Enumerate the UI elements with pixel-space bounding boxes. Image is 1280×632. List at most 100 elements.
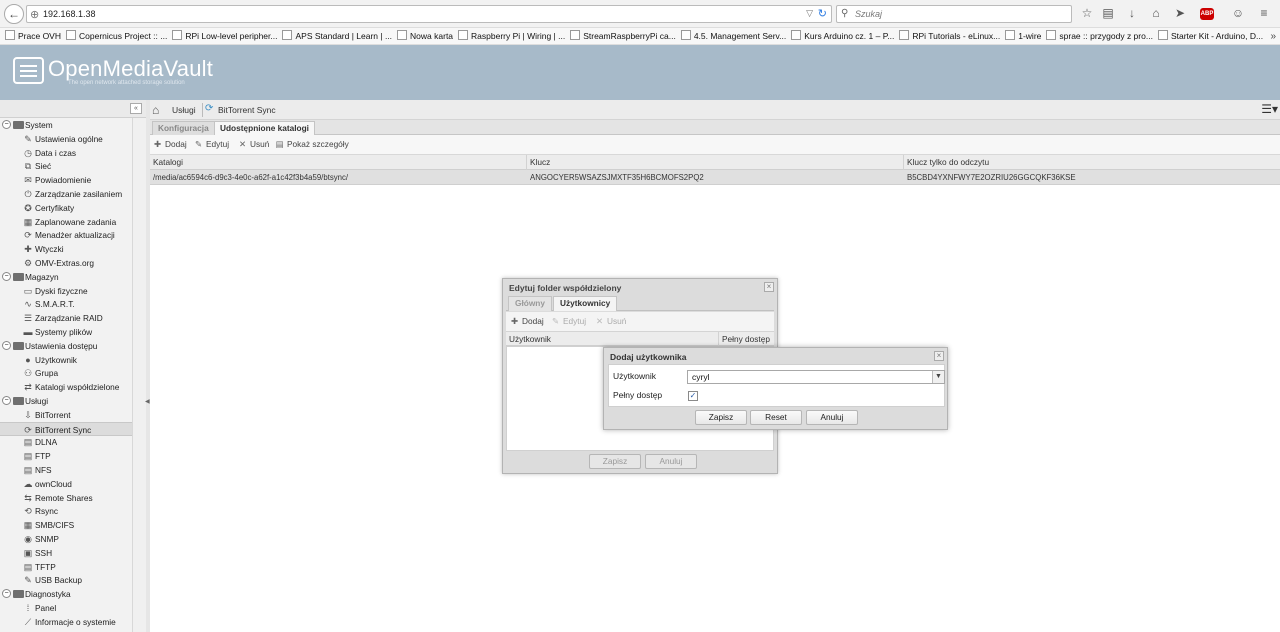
reset-button[interactable]: Reset — [750, 410, 802, 425]
sidebar-group[interactable]: − Usługi — [0, 394, 132, 408]
sidebar-item[interactable]: ⏻ Zarządzanie zasilaniem — [0, 187, 132, 201]
reload-icon[interactable]: ↻ — [818, 7, 827, 20]
sidebar-item[interactable]: ✚ Wtyczki — [0, 242, 132, 256]
collapse-toggle-icon[interactable]: − — [2, 120, 11, 129]
sidebar-item[interactable]: ☰ Zarządzanie RAID — [0, 311, 132, 325]
sidebar-item[interactable]: ⚙ OMV-Extras.org — [0, 256, 132, 270]
sidebar-item[interactable]: ∿ S.M.A.R.T. — [0, 297, 132, 311]
bookmarks-overflow-icon[interactable]: » — [1270, 28, 1276, 45]
sidebar-group[interactable]: − Magazyn — [0, 270, 132, 284]
close-icon[interactable]: × — [934, 351, 944, 361]
bookmark-item[interactable]: Raspberry Pi | Wiring | ... — [458, 28, 565, 44]
bookmark-item[interactable]: sprae :: przygody z pro... — [1046, 28, 1153, 44]
search-placeholder[interactable]: Szukaj — [855, 9, 882, 19]
home-icon[interactable]: ⌂ — [152, 103, 159, 117]
address-text[interactable]: 192.168.1.38 — [43, 9, 96, 19]
details-button[interactable]: ▤ Pokaż szczegóły — [274, 138, 349, 151]
sidebar-item[interactable]: ▣ SSH — [0, 546, 132, 560]
tab-shared-folders[interactable]: Udostępnione katalogi — [214, 121, 315, 136]
bookmark-item[interactable]: 1-wire — [1005, 28, 1041, 44]
collapse-toggle-icon[interactable]: − — [2, 340, 11, 350]
sidebar-item[interactable]: ⇆ Remote Shares — [0, 491, 132, 505]
sidebar-item[interactable]: ▤ NFS — [0, 463, 132, 477]
reading-list-icon[interactable]: ▤ — [1100, 6, 1116, 20]
address-bar[interactable]: ⊕ 192.168.1.38 ▽ ↻ — [26, 5, 832, 23]
save-button[interactable]: Zapisz — [589, 454, 641, 469]
bookmark-item[interactable]: 4.5. Management Serv... — [680, 28, 786, 44]
hamburger-menu-icon[interactable]: ≡ — [1256, 6, 1272, 20]
back-arrow-icon[interactable]: ← — [4, 4, 24, 24]
bookmark-item[interactable]: APS Standard | Learn | ... — [282, 28, 392, 44]
sidebar-scrollbar[interactable] — [132, 118, 146, 632]
close-icon[interactable]: × — [764, 282, 774, 292]
sidebar-item[interactable]: ⧉ Sieć — [0, 159, 132, 173]
sidebar-item[interactable]: ▤ DLNA — [0, 435, 132, 449]
sidebar-item[interactable]: ⟲ Rsync — [0, 504, 132, 518]
user-select-value[interactable]: cyryl — [692, 372, 709, 382]
breadcrumb-services[interactable]: Usługi — [172, 105, 196, 115]
cancel-button[interactable]: Anuluj — [645, 454, 697, 469]
sidebar-item[interactable]: ⟳ BitTorrent Sync — [0, 421, 132, 436]
sidebar-item[interactable]: ⚇ Grupa — [0, 366, 132, 380]
splitter-arrow-icon[interactable]: ◀ — [145, 398, 150, 405]
menu-icon[interactable]: ☰▾ — [1261, 102, 1278, 116]
bookmark-item[interactable]: Copernicus Project :: ... — [66, 28, 167, 44]
chat-icon[interactable]: ☺ — [1230, 6, 1246, 20]
column-header-readonly-key[interactable]: Klucz tylko do odczytu — [904, 155, 1280, 170]
sidebar-item[interactable]: ● Użytkownik — [0, 353, 132, 367]
sidebar-item[interactable]: ▦ Zaplanowane zadania — [0, 215, 132, 229]
star-icon[interactable]: ☆ — [1079, 6, 1095, 20]
table-row[interactable]: /media/ac6594c6-d9c3-4e0c-a62f-a1c42f3b4… — [150, 170, 1280, 185]
sidebar-item[interactable]: ⇄ Katalogi współdzielone — [0, 380, 132, 394]
sidebar-item[interactable]: ▬ Systemy plików — [0, 325, 132, 339]
tab-configuration[interactable]: Konfiguracja — [152, 121, 215, 135]
sidebar-item[interactable]: ✪ Certyfikaty — [0, 201, 132, 215]
sidebar-group[interactable]: − Ustawienia dostępu — [0, 339, 132, 353]
column-header-user[interactable]: Użytkownik — [506, 332, 719, 347]
tab-main[interactable]: Główny — [508, 296, 552, 311]
delete-button[interactable]: ✕ Usuń — [594, 315, 626, 328]
sidebar-item[interactable]: ⟳ Menadżer aktualizacji — [0, 228, 132, 242]
sidebar-item[interactable]: ▭ Dyski fizyczne — [0, 284, 132, 298]
sidebar-item[interactable]: ⟋ Informacje o systemie — [0, 615, 132, 629]
sidebar-item[interactable]: ✉ Powiadomienie — [0, 173, 132, 187]
column-header-folders[interactable]: Katalogi — [150, 155, 527, 170]
add-button[interactable]: ✚ Dodaj — [509, 315, 544, 328]
save-button[interactable]: Zapisz — [695, 410, 747, 425]
breadcrumb-btsync[interactable]: BitTorrent Sync — [218, 105, 276, 115]
tab-users[interactable]: Użytkownicy — [553, 296, 618, 311]
cancel-button[interactable]: Anuluj — [806, 410, 858, 425]
collapse-toggle-icon[interactable]: − — [2, 589, 11, 599]
edit-button[interactable]: ✎ Edytuj — [193, 138, 229, 151]
user-select[interactable]: cyryl ▼ — [687, 370, 945, 384]
sidebar-item[interactable]: ⁞ Panel — [0, 601, 132, 615]
home-browser-icon[interactable]: ⌂ — [1148, 6, 1164, 20]
bookmark-item[interactable]: RPi Low-level peripher... — [172, 28, 277, 44]
sidebar-item[interactable]: ▦ SMB/CIFS — [0, 518, 132, 532]
full-access-checkbox[interactable]: ✓ — [688, 391, 698, 401]
collapse-toggle-icon[interactable]: − — [2, 271, 11, 281]
add-button[interactable]: ✚ Dodaj — [152, 138, 187, 151]
bookmark-item[interactable]: Kurs Arduino cz. 1 – P... — [791, 28, 894, 44]
sidebar-item[interactable]: ◷ Data i czas — [0, 146, 132, 160]
chevron-down-icon[interactable]: ▼ — [932, 371, 944, 383]
sidebar-item[interactable]: ⇩ BitTorrent — [0, 408, 132, 422]
sidebar-item[interactable]: ▤ FTP — [0, 449, 132, 463]
collapse-toggle-icon[interactable]: − — [2, 396, 11, 405]
sidebar-item[interactable]: ▤ TFTP — [0, 560, 132, 574]
bookmark-item[interactable]: StreamRaspberryPi ca... — [570, 28, 676, 44]
adblock-icon[interactable]: ABP — [1200, 8, 1214, 20]
sidebar-item[interactable]: ✎ USB Backup — [0, 573, 132, 587]
collapse-sidebar-icon[interactable]: « — [130, 103, 142, 114]
sidebar-item[interactable]: ☁ ownCloud — [0, 477, 132, 491]
sidebar-group[interactable]: − Diagnostyka — [0, 587, 132, 601]
search-bar[interactable]: ⚲ Szukaj — [836, 5, 1072, 23]
edit-button[interactable]: ✎ Edytuj — [550, 315, 586, 328]
sidebar-item[interactable]: ✎ Ustawienia ogólne — [0, 132, 132, 146]
bookmark-item[interactable]: Starter Kit - Arduino, D... — [1157, 28, 1263, 44]
dropdown-arrow-icon[interactable]: ▽ — [806, 8, 813, 19]
bookmark-item[interactable]: Nowa karta — [397, 28, 453, 44]
sidebar-group[interactable]: − System — [0, 118, 132, 132]
download-icon[interactable]: ↓ — [1124, 6, 1140, 20]
column-header-full-access[interactable]: Pełny dostęp — [719, 332, 774, 347]
